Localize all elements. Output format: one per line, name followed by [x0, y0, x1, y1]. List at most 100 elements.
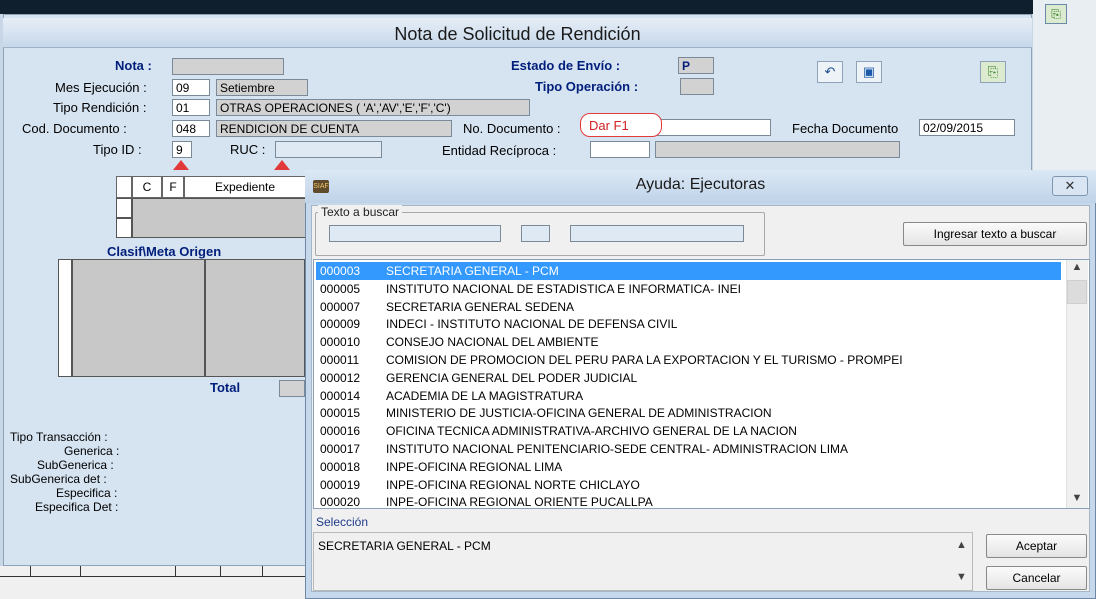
- list-item-name: CONSEJO NACIONAL DEL AMBIENTE: [386, 335, 599, 350]
- list-item-code: 000009: [320, 317, 361, 332]
- list-item-name: INPE-OFICINA REGIONAL LIMA: [386, 459, 563, 474]
- list-item[interactable]: 000020 INPE-OFICINA REGIONAL ORIENTE PUCA…: [316, 493, 1061, 511]
- list-item-name: INDECI - INSTITUTO NACIONAL DE DEFENSA C…: [386, 317, 678, 332]
- list-item[interactable]: 000015 MINISTERIO DE JUSTICIA-OFICINA GEN…: [316, 404, 1061, 422]
- list-item-name: GERENCIA GENERAL DEL PODER JUDICIAL: [386, 370, 638, 385]
- list-item-name: INSTITUTO NACIONAL DE ESTADISTICA E INFO…: [386, 281, 741, 296]
- undo-icon[interactable]: ↶: [817, 61, 843, 83]
- search-input-1[interactable]: [329, 225, 501, 242]
- list-item[interactable]: 000014 ACADEMIA DE LA MAGISTRATURA: [316, 387, 1061, 405]
- list-item[interactable]: 000017 INSTITUTO NACIONAL PENITENCIARIO-S…: [316, 440, 1061, 458]
- dialog-title: Ayuda: Ejecutoras: [635, 176, 766, 193]
- close-icon[interactable]: ✕: [1052, 176, 1088, 196]
- list-item-code: 000020: [320, 495, 361, 510]
- scroll-up-icon[interactable]: ▲: [1067, 261, 1087, 273]
- cod-documento-label: Cod. Documento :: [22, 121, 127, 136]
- list-item-code: 000018: [320, 459, 361, 474]
- list-item-name: INPE-OFICINA REGIONAL NORTE CHICLAYO: [386, 477, 640, 492]
- list-item[interactable]: 000012 GERENCIA GENERAL DEL PODER JUDICIA…: [316, 369, 1061, 387]
- list-item-name: MINISTERIO DE JUSTICIA-OFICINA GENERAL D…: [386, 406, 772, 421]
- tipo-transaccion-label: Tipo Transacción :: [10, 430, 108, 444]
- search-button[interactable]: Ingresar texto a buscar: [903, 222, 1087, 246]
- nota-field[interactable]: [172, 58, 284, 75]
- save-icon[interactable]: ▣: [856, 61, 882, 83]
- entidad-reciproca-name-field: [655, 141, 900, 158]
- seleccion-value: SECRETARIA GENERAL - PCM: [318, 539, 491, 553]
- grid-row-selector: [116, 198, 132, 218]
- grid-header-f: F: [162, 176, 184, 198]
- cod-documento-name-field: RENDICION DE CUENTA: [216, 120, 452, 137]
- ruc-label: RUC :: [230, 142, 266, 157]
- grid-row-selector: [116, 176, 132, 198]
- mes-ejecucion-name-field: Setiembre: [216, 79, 308, 96]
- accept-button[interactable]: Aceptar: [986, 534, 1087, 558]
- bottom-tabs: [0, 566, 340, 599]
- list-item[interactable]: 000005 INSTITUTO NACIONAL DE ESTADISTICA …: [316, 280, 1061, 298]
- outer-window-edge: [0, 0, 1096, 14]
- list-item-code: 000007: [320, 299, 361, 314]
- search-input-3[interactable]: [570, 225, 744, 242]
- meta-grid-cell[interactable]: [72, 259, 205, 377]
- detail-labels: Tipo Transacción : Generica : SubGeneric…: [10, 418, 305, 548]
- total-field: [279, 380, 305, 397]
- list-item[interactable]: 000019 INPE-OFICINA REGIONAL NORTE CHICLA…: [316, 476, 1061, 494]
- exit-icon[interactable]: ⎘: [980, 61, 1006, 83]
- list-item-name: OFICINA TECNICA ADMINISTRATIVA-ARCHIVO G…: [386, 424, 797, 439]
- subgenerica-det-label: SubGenerica det :: [10, 472, 107, 486]
- entidad-reciproca-code-field[interactable]: [590, 141, 650, 158]
- list-item[interactable]: 000009 INDECI - INSTITUTO NACIONAL DE DEF…: [316, 315, 1061, 333]
- especifica-det-label: Especifica Det :: [35, 500, 119, 514]
- list-item[interactable]: 000016 OFICINA TECNICA ADMINISTRATIVA-ARC…: [316, 422, 1061, 440]
- grid-header-c: C: [132, 176, 162, 198]
- tipo-rendicion-label: Tipo Rendición :: [53, 100, 147, 115]
- no-documento-label: No. Documento :: [463, 121, 561, 136]
- fecha-documento-field[interactable]: 02/09/2015: [919, 119, 1015, 136]
- list-item-name: ACADEMIA DE LA MAGISTRATURA: [386, 388, 584, 403]
- search-group-label: Texto a buscar: [318, 205, 403, 219]
- tipo-rendicion-name-field: OTRAS OPERACIONES ( 'A','AV','E','F','C'…: [216, 99, 530, 116]
- fecha-documento-label: Fecha Documento: [792, 121, 899, 136]
- list-item-name: COMISION DE PROMOCION DEL PERU PARA LA E…: [386, 353, 903, 367]
- list-item[interactable]: 000011 COMISION DE PROMOCION DEL PERU PAR…: [316, 351, 1061, 369]
- list-item-code: 000010: [320, 335, 361, 350]
- scroll-down-icon[interactable]: ▼: [1067, 492, 1087, 504]
- chevron-up-icon[interactable]: ▲: [956, 539, 967, 551]
- list-item[interactable]: 000007 SECRETARIA GENERAL SEDENA: [316, 298, 1061, 316]
- grid-header-expediente: Expediente: [184, 176, 306, 198]
- grid-cell[interactable]: [132, 198, 306, 238]
- tipo-id-field[interactable]: 9: [172, 141, 192, 158]
- list-item[interactable]: 000003 SECRETARIA GENERAL - PCM: [316, 262, 1061, 280]
- exit-icon[interactable]: ⎘: [1045, 4, 1067, 24]
- estado-envio-field: P: [678, 57, 714, 74]
- tipo-rendicion-code-field[interactable]: 01: [172, 99, 210, 116]
- list-item-code: 000011: [320, 353, 360, 367]
- seleccion-box: SECRETARIA GENERAL - PCM ▲ ▼: [313, 532, 973, 591]
- estado-envio-label: Estado de Envío :: [511, 58, 621, 73]
- cancel-button[interactable]: Cancelar: [986, 566, 1087, 590]
- chevron-down-icon[interactable]: ▼: [956, 571, 967, 583]
- clasif-meta-label: Clasif\Meta Origen: [107, 244, 222, 259]
- nota-label: Nota :: [115, 58, 152, 73]
- tipo-operacion-field: [680, 78, 714, 95]
- tipo-operacion-label: Tipo Operación :: [535, 79, 639, 94]
- cod-documento-code-field[interactable]: 048: [172, 120, 210, 137]
- total-label: Total: [210, 380, 241, 395]
- tipo-id-label: Tipo ID :: [93, 142, 142, 157]
- list-item[interactable]: 000010 CONSEJO NACIONAL DEL AMBIENTE: [316, 333, 1061, 351]
- seleccion-label: Selección: [316, 515, 369, 529]
- meta-grid-cell[interactable]: [205, 259, 305, 377]
- list-item-code: 000019: [320, 477, 361, 492]
- list-item[interactable]: 000018 INPE-OFICINA REGIONAL LIMA: [316, 458, 1061, 476]
- scroll-thumb[interactable]: [1067, 280, 1087, 304]
- mes-ejecucion-label: Mes Ejecución :: [55, 80, 147, 95]
- list-item-name: SECRETARIA GENERAL SEDENA: [386, 299, 575, 314]
- list-item-code: 000015: [320, 406, 361, 421]
- ruc-field[interactable]: [275, 141, 382, 158]
- main-window-title: Nota de Solicitud de Rendición: [394, 24, 641, 44]
- search-input-2[interactable]: [521, 225, 550, 242]
- list-item-code: 000012: [320, 370, 361, 385]
- list-item-name: INSTITUTO NACIONAL PENITENCIARIO-SEDE CE…: [386, 442, 849, 456]
- red-arrow-icon: [173, 160, 189, 170]
- list-item-name: INPE-OFICINA REGIONAL ORIENTE PUCALLPA: [386, 495, 653, 510]
- mes-ejecucion-code-field[interactable]: 09: [172, 79, 210, 96]
